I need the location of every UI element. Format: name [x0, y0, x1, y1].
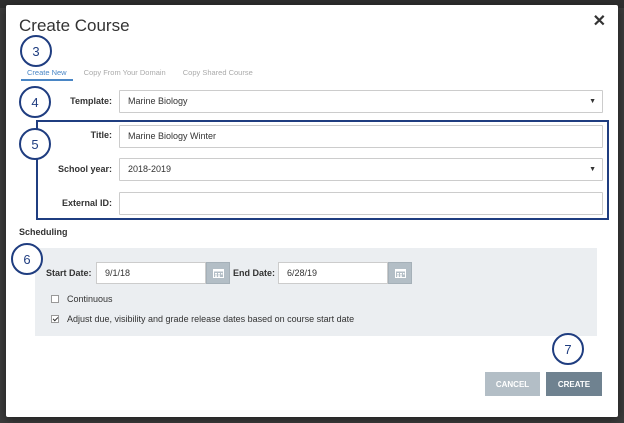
adjust-dates-option[interactable]: Adjust due, visibility and grade release…: [51, 314, 354, 324]
title-input[interactable]: Marine Biology Winter: [119, 125, 603, 148]
step-badge-3: 3: [20, 35, 52, 67]
step-badge-5: 5: [19, 128, 51, 160]
template-label: Template:: [70, 96, 112, 106]
title-label: Title:: [90, 130, 112, 140]
continuous-checkbox[interactable]: [51, 295, 59, 303]
end-date-input[interactable]: 6/28/19: [278, 262, 388, 284]
create-button[interactable]: CREATE: [546, 372, 602, 396]
step-badge-6: 6: [11, 243, 43, 275]
end-date-calendar-button[interactable]: [388, 262, 412, 284]
start-date-input[interactable]: 9/1/18: [96, 262, 206, 284]
cancel-button[interactable]: CANCEL: [485, 372, 540, 396]
source-tabs: Create New Copy From Your Domain Copy Sh…: [21, 68, 264, 81]
tab-copy-shared-course[interactable]: Copy Shared Course: [177, 68, 259, 81]
adjust-dates-checkbox[interactable]: [51, 315, 59, 323]
create-course-dialog: Create Course ✕ Create New Copy From You…: [6, 5, 618, 417]
external-id-input[interactable]: [119, 192, 603, 215]
scheduling-panel: Start Date: 9/1/18 End Date: 6/28/19 Con…: [35, 248, 597, 336]
adjust-dates-label: Adjust due, visibility and grade release…: [67, 314, 355, 324]
template-value: Marine Biology: [128, 96, 188, 106]
continuous-option[interactable]: Continuous: [51, 294, 113, 304]
tab-create-new[interactable]: Create New: [21, 68, 73, 81]
calendar-icon: [395, 269, 406, 278]
step-badge-7: 7: [552, 333, 584, 365]
school-year-label: School year:: [57, 164, 112, 174]
close-icon[interactable]: ✕: [593, 11, 606, 31]
start-date-label: Start Date:: [46, 268, 92, 278]
scheduling-heading: Scheduling: [19, 227, 68, 237]
external-id-label: External ID:: [61, 198, 112, 208]
tab-copy-from-domain[interactable]: Copy From Your Domain: [78, 68, 172, 81]
school-year-select[interactable]: 2018-2019 ▼: [119, 158, 603, 181]
school-year-value: 2018-2019: [128, 164, 172, 174]
step-badge-4: 4: [19, 86, 51, 118]
continuous-label: Continuous: [67, 294, 113, 304]
end-date-label: End Date:: [233, 268, 276, 278]
start-date-calendar-button[interactable]: [206, 262, 230, 284]
dialog-title: Create Course: [19, 16, 130, 35]
calendar-icon: [213, 269, 224, 278]
template-select[interactable]: Marine Biology ▼: [119, 90, 603, 113]
chevron-down-icon: ▼: [589, 98, 596, 105]
chevron-down-icon: ▼: [589, 166, 596, 173]
